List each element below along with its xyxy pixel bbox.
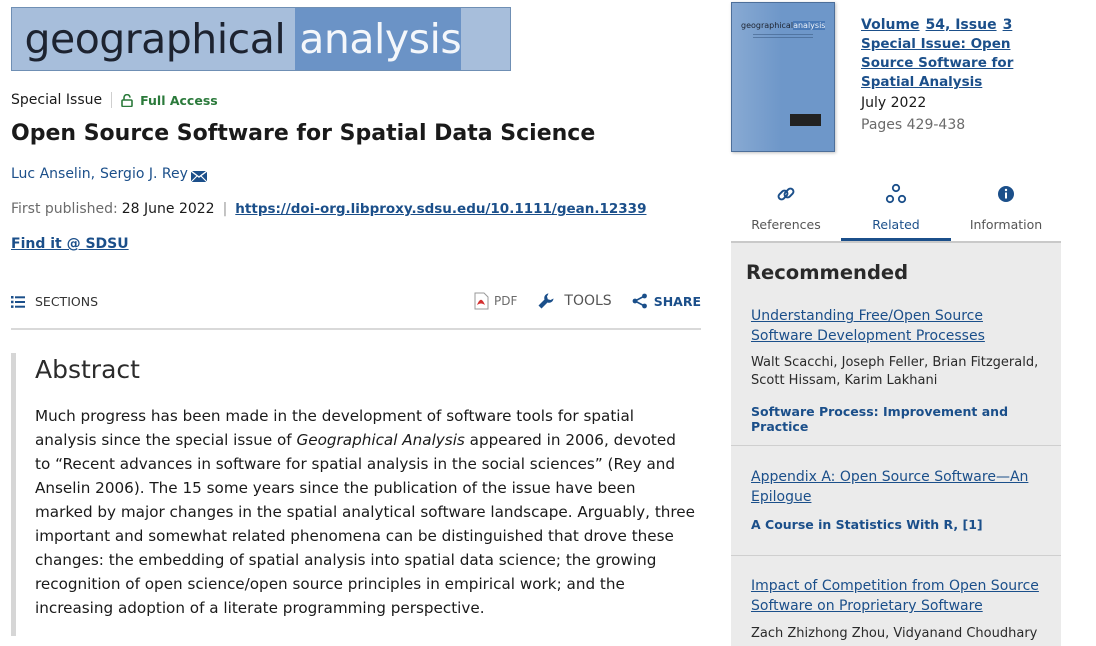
issue-pages: Pages 429-438 — [861, 117, 966, 133]
banner-left: geographical — [12, 8, 296, 70]
tools-button[interactable]: TOOLS — [537, 292, 612, 310]
article-toolbar: SECTIONS PDF TOOLS SHARE — [11, 288, 701, 330]
issue-month: July 2022 — [861, 95, 927, 111]
divider: | — [222, 201, 228, 217]
wrench-icon — [538, 293, 554, 309]
issue-cover[interactable]: geographicalanalysis — [731, 2, 835, 152]
volume-number[interactable]: 54, Issue — [926, 17, 997, 33]
recommended-panel: Recommended Understanding Free/Open Sour… — [731, 243, 1061, 646]
abstract-section: Abstract Much progress has been made in … — [11, 353, 701, 636]
volume-line[interactable]: Volume 54, Issue 3 — [861, 16, 1061, 35]
journal-name-part1: geographical — [24, 15, 286, 63]
sections-label: SECTIONS — [35, 294, 99, 309]
first-published-date: 28 June 2022 — [121, 201, 215, 217]
banner-right: analysis — [295, 8, 462, 70]
special-issue-link[interactable]: Special Issue: Open Source Software for … — [861, 35, 1061, 92]
abstract-text-rest: appeared in 2006, devoted to “Recent adv… — [35, 431, 695, 617]
tab-label: Information — [969, 217, 1043, 232]
tab-label: References — [751, 217, 821, 232]
share-icon — [632, 293, 647, 309]
list-icon — [11, 295, 25, 308]
link-icon — [777, 187, 795, 201]
abstract-text: Much progress has been made in the devel… — [35, 404, 695, 620]
volume-label[interactable]: Volume — [861, 17, 920, 33]
pdf-button[interactable]: PDF — [474, 292, 517, 310]
issue-info: Volume 54, Issue 3 Special Issue: Open Sou… — [861, 16, 1061, 135]
author-link[interactable]: Sergio J. Rey — [100, 166, 188, 182]
list-item: Impact of Competition from Open Source S… — [731, 556, 1061, 646]
info-tabs: References Related Information — [731, 178, 1061, 243]
cover-subtitle-lines — [753, 34, 813, 38]
list-item: Understanding Free/Open Source Software … — [731, 305, 1061, 446]
cover-title-a: geographical — [741, 21, 794, 30]
recommended-source-link[interactable]: A Course in Statistics With R, [1] — [751, 517, 1041, 532]
share-label: SHARE — [653, 293, 701, 309]
tools-group: PDF TOOLS SHARE — [454, 292, 701, 310]
doi-link[interactable]: https://doi-org.libproxy.sdsu.edu/10.111… — [235, 201, 646, 217]
abstract-journal-name: Geographical Analysis — [296, 431, 465, 449]
cover-box — [790, 114, 821, 126]
recommended-title-link[interactable]: Impact of Competition from Open Source S… — [751, 576, 1041, 616]
divider — [111, 92, 113, 108]
journal-name-part2: analysis — [299, 15, 462, 63]
find-it-link[interactable]: Find it @ SDSU — [11, 236, 129, 252]
banner-fill — [461, 8, 510, 70]
pdf-icon — [474, 292, 489, 310]
envelope-icon[interactable] — [190, 170, 207, 182]
list-item: Appendix A: Open Source Software—An Epil… — [731, 446, 1061, 556]
recommended-authors: Zach Zhizhong Zhou, Vidyanand Choudhary — [751, 626, 1038, 641]
info-icon — [998, 186, 1014, 202]
abstract-heading: Abstract — [35, 355, 140, 384]
tools-label: TOOLS — [564, 293, 612, 309]
tab-related[interactable]: Related — [841, 178, 951, 241]
cover-title: geographicalanalysis — [741, 21, 826, 30]
author-link[interactable]: Luc Anselin, — [11, 166, 95, 182]
recommended-title-link[interactable]: Understanding Free/Open Source Software … — [751, 306, 1041, 346]
issue-number[interactable]: 3 — [1003, 17, 1013, 33]
author-list: Luc Anselin, Sergio J. Rey — [11, 166, 207, 182]
tab-information[interactable]: Information — [951, 178, 1061, 241]
recommended-authors: Walt Scacchi, Joseph Feller, Brian Fitzg… — [751, 355, 1039, 388]
publication-row: First published: 28 June 2022 | https://… — [11, 201, 646, 217]
journal-banner[interactable]: geographical analysis — [11, 7, 511, 71]
pdf-label: PDF — [494, 294, 518, 308]
first-published-label: First published: — [11, 201, 118, 217]
cover-title-b: analysis — [793, 21, 826, 30]
access-badge: Full Access — [140, 92, 218, 108]
article-title: Open Source Software for Spatial Data Sc… — [11, 121, 596, 146]
recommended-heading: Recommended — [746, 261, 909, 284]
recommended-source-link[interactable]: Software Process: Improvement and Practi… — [751, 404, 1041, 434]
tab-references[interactable]: References — [731, 178, 841, 241]
tab-label: Related — [872, 217, 920, 232]
unlock-icon — [121, 93, 133, 107]
sections-button[interactable]: SECTIONS — [11, 294, 98, 309]
recommended-title-link[interactable]: Appendix A: Open Source Software—An Epil… — [751, 467, 1041, 507]
article-meta-row: Special Issue Full Access — [11, 92, 218, 108]
related-icon — [885, 183, 907, 204]
share-button[interactable]: SHARE — [632, 293, 701, 309]
article-type: Special Issue — [11, 92, 103, 108]
